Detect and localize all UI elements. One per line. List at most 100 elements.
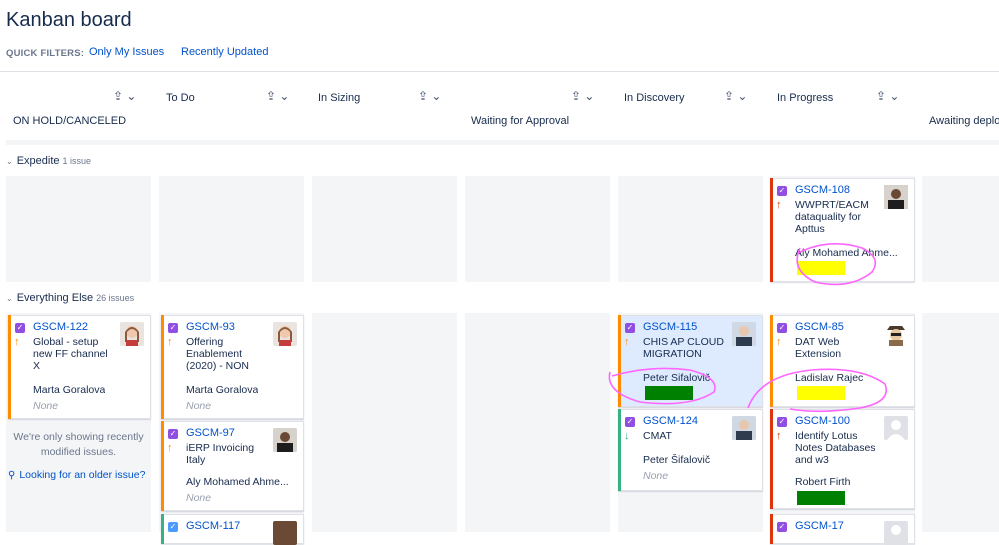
issue-card-gscm-122[interactable]: ✓ GSCM-122 ↑ Global - setup new FF chann… <box>8 315 151 419</box>
avatar <box>884 416 908 440</box>
column-menu-icon[interactable]: ⇪ ⌄ <box>266 89 289 103</box>
column-name: Awaiting deploy <box>929 115 999 127</box>
assignee-name: Aly Mohamed Ahme... <box>186 476 289 488</box>
column-header-underline <box>6 140 999 145</box>
green-flag-marker <box>645 386 693 400</box>
story-type-icon: ✓ <box>777 323 787 333</box>
issue-card-gscm-93[interactable]: ✓ GSCM-93 ↑ Offering Enablement (2020) -… <box>161 315 304 419</box>
epic-value: None <box>643 470 669 482</box>
priority-high-icon: ↑ <box>167 442 173 454</box>
issue-key[interactable]: GSCM-85 <box>795 321 844 333</box>
issue-key[interactable]: GSCM-93 <box>186 321 235 333</box>
avatar <box>273 322 297 346</box>
story-type-icon: ✓ <box>625 417 635 427</box>
issue-card-gscm-115[interactable]: ✓ GSCM-115 ↑ CHIS AP CLOUD MIGRATION Pet… <box>618 315 763 407</box>
issue-summary: Identify Lotus Notes Databases and w3 <box>795 430 876 466</box>
issue-key[interactable]: GSCM-117 <box>186 520 240 532</box>
older-issue-link[interactable]: ⚲ Looking for an older issue? <box>8 469 145 481</box>
column-cell <box>6 176 151 282</box>
issue-key[interactable]: GSCM-97 <box>186 427 235 439</box>
priority-bar <box>770 178 773 282</box>
priority-highest-icon: ↑ <box>776 199 782 211</box>
page-title: Kanban board <box>6 9 132 31</box>
issue-summary: CMAT <box>643 430 672 442</box>
column-cell <box>465 313 610 532</box>
issue-card-gscm-117[interactable]: ✓ GSCM-117 <box>161 514 304 545</box>
avatar <box>884 185 908 209</box>
issue-card-gscm-17[interactable]: ✓ GSCM-17 <box>770 514 915 545</box>
issue-key[interactable]: GSCM-100 <box>795 415 850 427</box>
assignee-name: Marta Goralova <box>186 384 259 396</box>
avatar <box>732 322 756 346</box>
task-type-icon: ✓ <box>168 522 178 532</box>
issue-card-gscm-108[interactable]: ✓ GSCM-108 ↑ WWPRT/EACM dataquality for … <box>770 178 915 282</box>
issue-key[interactable]: GSCM-108 <box>795 184 850 196</box>
priority-high-icon: ↑ <box>14 336 20 348</box>
story-type-icon: ✓ <box>777 186 787 196</box>
search-icon: ⚲ <box>8 470 16 481</box>
epic-value: None <box>33 400 59 412</box>
avatar <box>120 322 144 346</box>
swimlane-count: 1 issue <box>62 156 92 166</box>
assignee-name: Ladislav Rajec <box>795 372 864 384</box>
swimlane-header-everything-else[interactable]: ⌄ Everything Else 26 issues <box>6 292 134 304</box>
chevron-down-icon[interactable]: ⌄ <box>6 157 13 166</box>
column-name: In Progress <box>777 92 834 104</box>
column-cell <box>312 313 457 532</box>
avatar <box>884 521 908 545</box>
column-menu-icon[interactable]: ⇪ ⌄ <box>113 89 136 103</box>
quick-filter-recently-updated[interactable]: Recently Updated <box>181 46 268 58</box>
issue-key[interactable]: GSCM-17 <box>795 520 844 532</box>
issue-key[interactable]: GSCM-115 <box>643 321 697 333</box>
issue-key[interactable]: GSCM-122 <box>33 321 88 333</box>
swimlane-name: Expedite <box>16 155 60 167</box>
column-menu-icon[interactable]: ⇪ ⌄ <box>418 89 441 103</box>
quick-filter-only-my-issues[interactable]: Only My Issues <box>89 46 164 58</box>
column-cell <box>465 176 610 282</box>
chevron-down-icon[interactable]: ⌄ <box>6 294 13 303</box>
story-type-icon: ✓ <box>15 323 25 333</box>
issue-card-gscm-124[interactable]: ✓ GSCM-124 ↓ CMAT Peter Šifalovič None <box>618 409 763 491</box>
issue-summary: iERP Invoicing Italy <box>186 442 255 466</box>
priority-bar <box>618 409 621 491</box>
issue-summary: DAT Web Extension <box>795 336 842 360</box>
priority-bar <box>161 421 164 511</box>
issue-summary: Offering Enablement (2020) - NON <box>186 336 250 372</box>
avatar <box>273 428 297 452</box>
header-divider <box>0 71 999 72</box>
issue-summary: CHIS AP CLOUD MIGRATION <box>643 336 724 360</box>
column-name: In Sizing <box>318 92 361 104</box>
priority-bar <box>770 514 773 544</box>
assignee-name: Robert Firth <box>795 476 851 488</box>
assignee-name: Marta Goralova <box>33 384 106 396</box>
quick-filters-label: QUICK FILTERS: <box>6 48 85 59</box>
column-menu-icon[interactable]: ⇪ ⌄ <box>571 89 594 103</box>
assignee-name: Peter Šifalovič <box>643 454 711 466</box>
avatar <box>884 322 908 346</box>
priority-bar <box>770 409 773 509</box>
issue-summary: Global - setup new FF channel X <box>33 336 108 372</box>
assignee-name: Aly Mohamed Ahme... <box>795 247 898 259</box>
swimlane-header-expedite[interactable]: ⌄ Expedite 1 issue <box>6 155 91 167</box>
issue-key[interactable]: GSCM-124 <box>643 415 698 427</box>
priority-low-icon: ↓ <box>624 430 630 442</box>
epic-value: None <box>186 400 212 412</box>
column-cell <box>618 176 763 282</box>
column-cell <box>922 176 999 282</box>
avatar <box>732 416 756 440</box>
recent-issues-notice: We're only showing recently modified iss… <box>13 431 144 458</box>
green-flag-marker <box>797 491 845 505</box>
issue-card-gscm-85[interactable]: ✓ GSCM-85 ↑ DAT Web Extension Ladislav R… <box>770 315 915 407</box>
swimlane-count: 26 issues <box>96 293 135 303</box>
priority-bar <box>770 315 773 407</box>
priority-highest-icon: ↑ <box>776 430 782 442</box>
issue-card-gscm-97[interactable]: ✓ GSCM-97 ↑ iERP Invoicing Italy Aly Moh… <box>161 421 304 511</box>
column-cell <box>159 176 304 282</box>
story-type-icon: ✓ <box>168 323 178 333</box>
issue-card-gscm-100[interactable]: ✓ GSCM-100 ↑ Identify Lotus Notes Databa… <box>770 409 915 509</box>
story-type-icon: ✓ <box>777 522 787 532</box>
column-menu-icon[interactable]: ⇪ ⌄ <box>724 89 747 103</box>
priority-high-icon: ↑ <box>776 336 782 348</box>
priority-bar <box>161 315 164 419</box>
column-menu-icon[interactable]: ⇪ ⌄ <box>876 89 899 103</box>
